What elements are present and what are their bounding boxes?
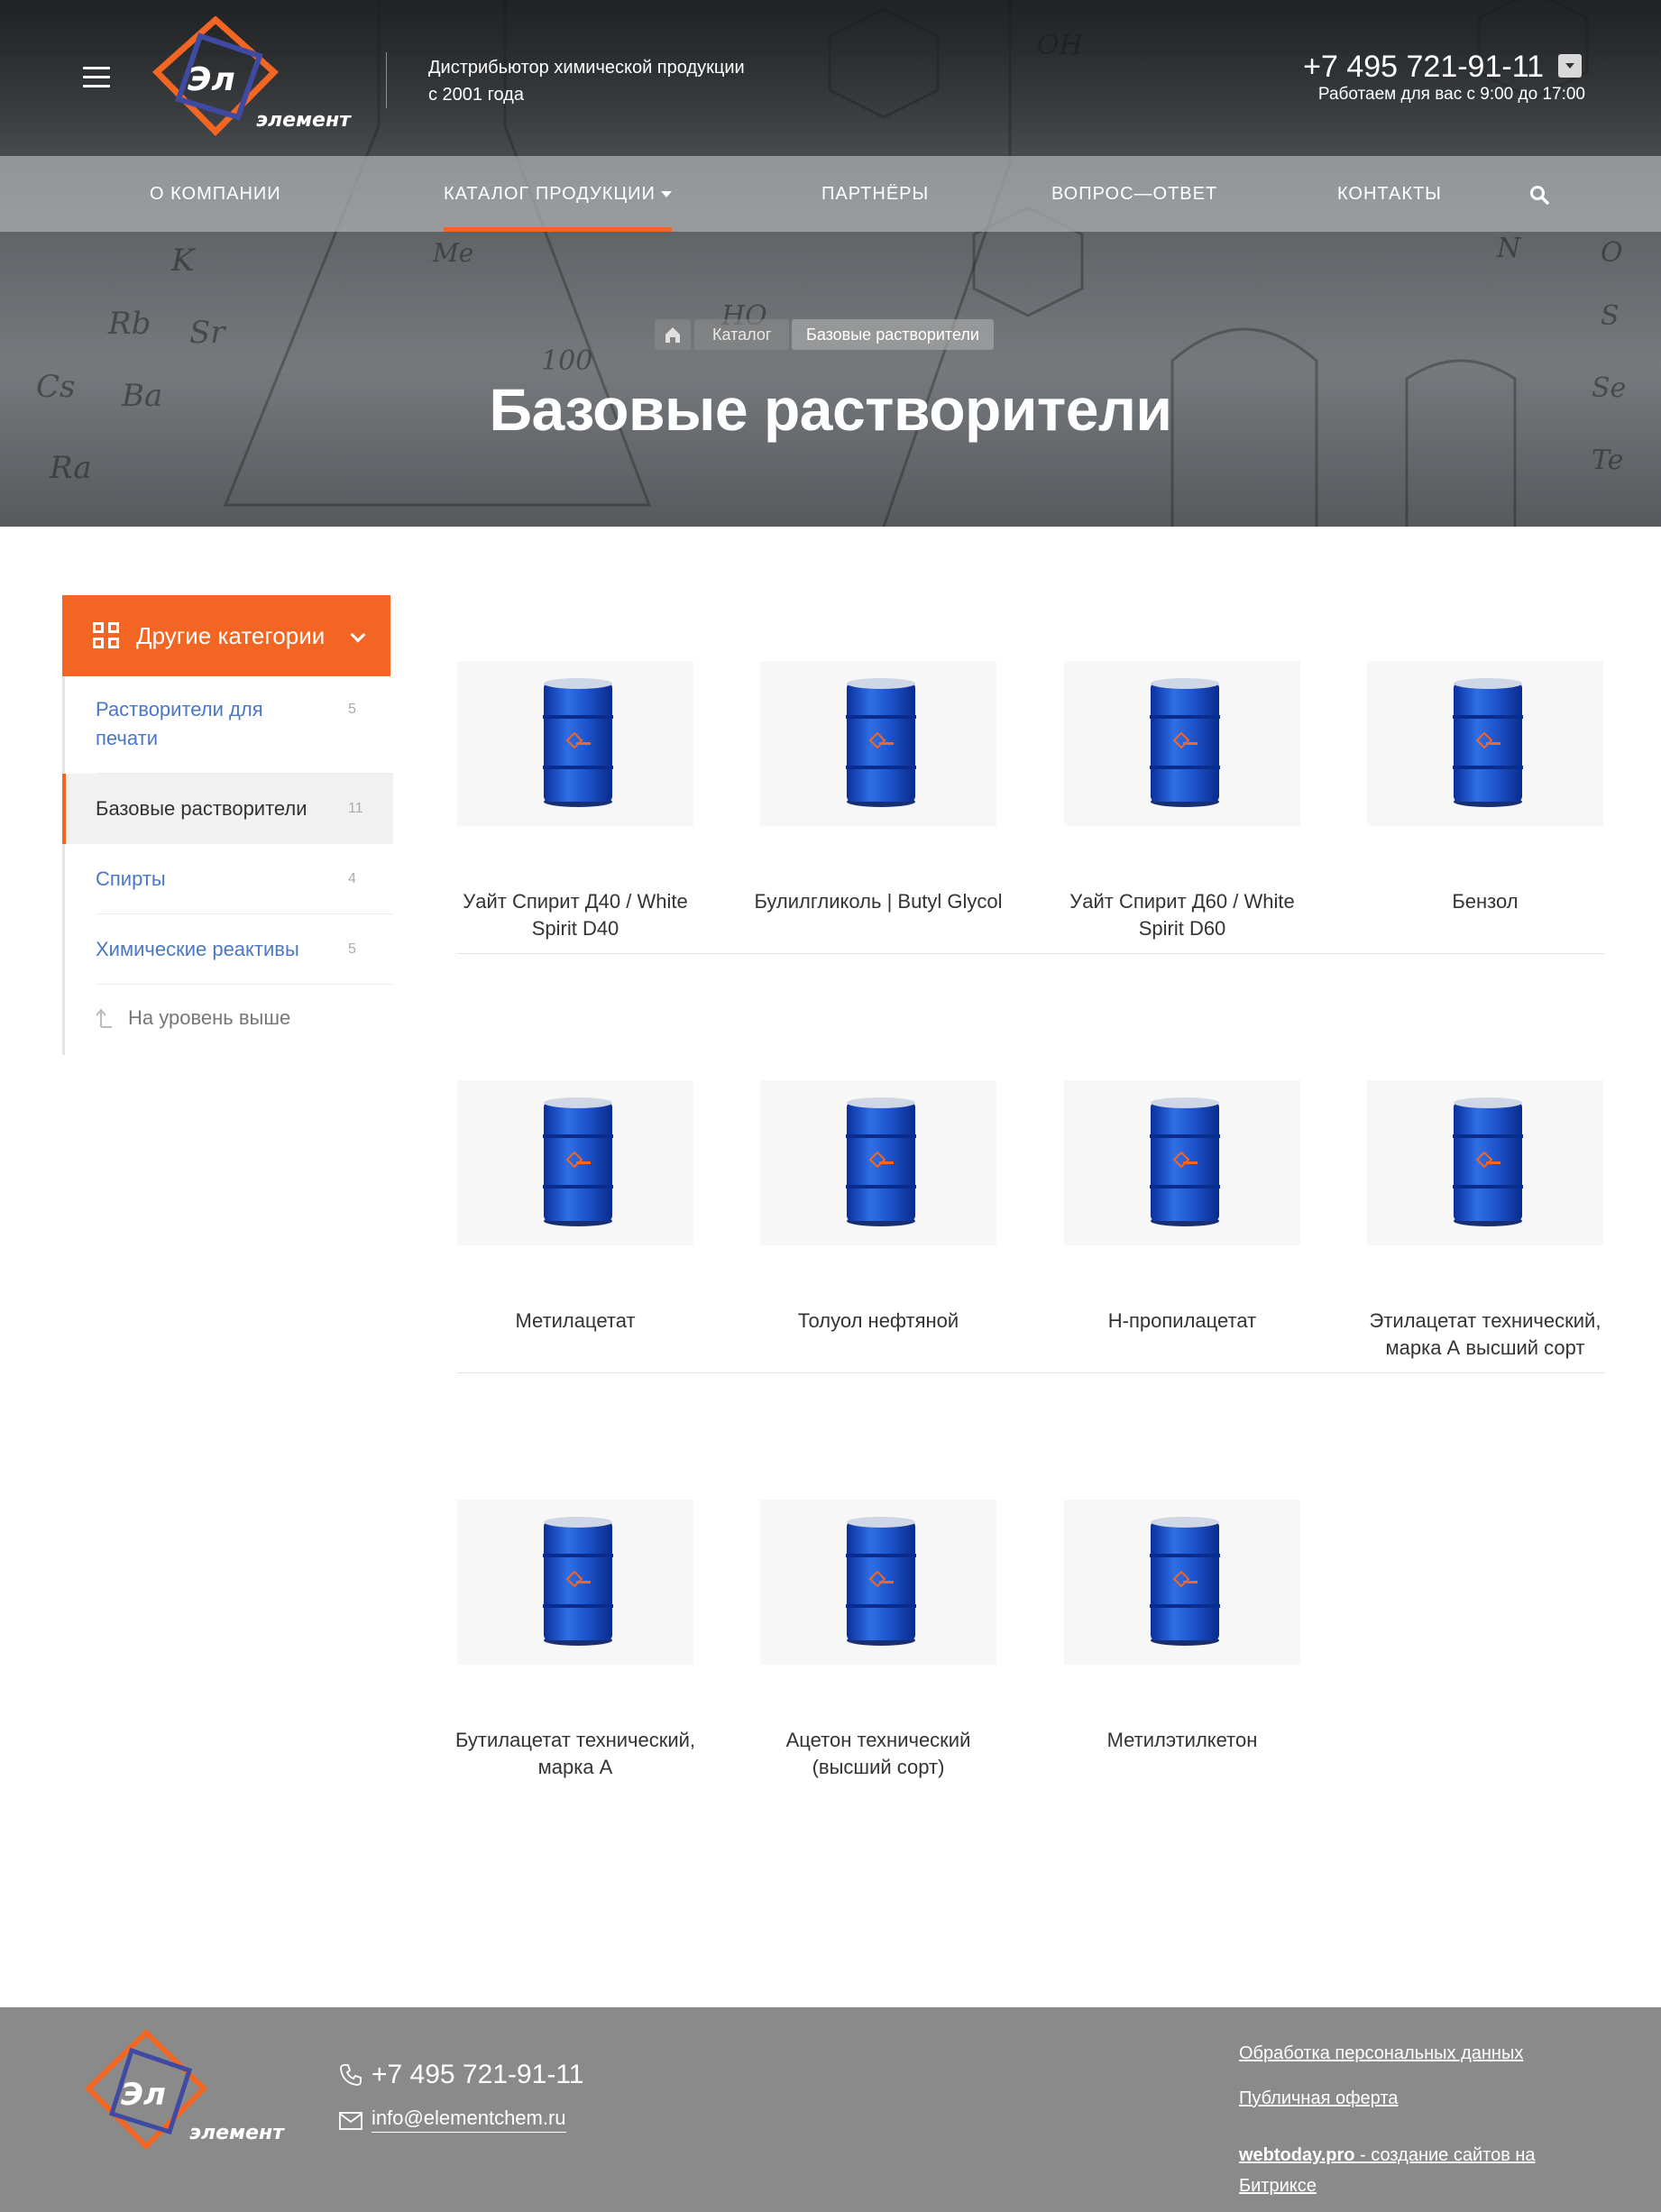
nav-about[interactable]: О компании xyxy=(150,156,281,232)
header-worktime: Работаем для вас с 9:00 до 17:00 xyxy=(1317,85,1585,104)
product-name[interactable]: Бутилацетат технический, марка А xyxy=(448,1727,702,1781)
product-name[interactable]: Толуол нефтяной xyxy=(751,1308,1005,1335)
site-logo[interactable]: Эл элемент xyxy=(148,15,373,138)
barrel-icon xyxy=(543,1097,613,1226)
developer-link[interactable]: webtoday.pro xyxy=(1239,2145,1355,2165)
category-label: Базовые растворители xyxy=(96,797,307,820)
header-phone[interactable]: +7 495 721-91-11 xyxy=(1172,47,1544,87)
nav-catalog[interactable]: Каталог продукции xyxy=(444,156,672,232)
nav-partners[interactable]: Партнёры xyxy=(821,156,929,232)
product-image[interactable] xyxy=(1367,661,1603,826)
tagline-line-1: Дистрибьютор химической продукции xyxy=(428,58,745,78)
category-item-alcohols[interactable]: Спирты 4 xyxy=(65,844,393,914)
barrel-icon xyxy=(543,678,613,807)
nav-faq[interactable]: Вопрос—ответ xyxy=(1051,156,1217,232)
product-image[interactable] xyxy=(457,1080,693,1245)
product-name[interactable]: Бензол xyxy=(1358,888,1612,915)
chevron-down-icon xyxy=(350,627,366,643)
barrel-icon xyxy=(1150,1517,1220,1646)
product-name[interactable]: Метилацетат xyxy=(448,1308,702,1335)
breadcrumb-home[interactable] xyxy=(655,319,691,350)
breadcrumb-catalog[interactable]: Каталог xyxy=(694,319,790,350)
footer-logo[interactable]: Эл элемент xyxy=(83,2027,308,2153)
category-item-reagents[interactable]: Химические реактивы 5 xyxy=(65,914,393,985)
other-categories-toggle[interactable]: Другие категории xyxy=(62,595,390,676)
home-icon xyxy=(665,327,680,343)
product-image[interactable] xyxy=(760,1080,996,1245)
category-label: Химические реактивы xyxy=(96,938,299,960)
product-image[interactable] xyxy=(1064,661,1300,826)
level-up-label: На уровень выше xyxy=(128,1006,291,1029)
footer-email[interactable]: info@elementchem.ru xyxy=(372,2105,566,2133)
footer-link-offer[interactable]: Публичная оферта xyxy=(1239,2083,1398,2114)
nav-contacts-label: Контакты xyxy=(1337,184,1442,204)
category-item-base-solvents[interactable]: Базовые растворители 11 xyxy=(62,774,393,844)
category-list: Растворители для печати 5 Базовые раство… xyxy=(62,676,393,1055)
product-name[interactable]: Уайт Спирит Д40 / White Spirit D40 xyxy=(448,888,702,942)
product-row-separator xyxy=(457,953,1605,954)
nav-faq-label: Вопрос—ответ xyxy=(1051,184,1218,204)
product-name[interactable]: Ацетон технический (высший сорт) xyxy=(751,1727,1005,1781)
grid-icon xyxy=(93,622,120,649)
product-name[interactable]: Булилгликоль | Butyl Glycol xyxy=(751,888,1005,915)
footer-logo-text-top: Эл xyxy=(121,2077,166,2113)
barrel-icon xyxy=(1453,1097,1523,1226)
product-image[interactable] xyxy=(457,661,693,826)
category-count: 5 xyxy=(348,941,356,957)
other-categories-label: Другие категории xyxy=(136,622,326,649)
product-name[interactable]: Уайт Спирит Д60 / White Spirit D60 xyxy=(1055,888,1309,942)
search-icon[interactable] xyxy=(1529,185,1549,205)
nav-catalog-label: Каталог продукции xyxy=(444,184,656,204)
product-image[interactable] xyxy=(457,1500,693,1665)
barrel-icon xyxy=(846,678,916,807)
barrel-icon xyxy=(1453,678,1523,807)
product-image[interactable] xyxy=(760,1500,996,1665)
barrel-icon xyxy=(543,1517,613,1646)
nav-contacts[interactable]: Контакты xyxy=(1337,156,1442,232)
category-separator xyxy=(96,984,393,985)
product-image[interactable] xyxy=(760,661,996,826)
logo-emblem-icon: Эл элемент xyxy=(151,15,352,136)
footer-logo-text-bottom: элемент xyxy=(189,2122,285,2144)
caret-down-icon xyxy=(660,191,672,198)
footer-developer: webtoday.pro - создание сайтов на Битрик… xyxy=(1239,2140,1546,2201)
page-title: Базовые растворители xyxy=(489,376,1172,443)
header-tagline: Дистрибьютор химической продукции с 2001… xyxy=(428,54,807,108)
product-name[interactable]: Этилацетат технический, марка А высший с… xyxy=(1358,1308,1612,1362)
product-name[interactable]: Метилэтилкетон xyxy=(1055,1727,1309,1754)
logo-text-top: Эл xyxy=(188,61,235,98)
product-image[interactable] xyxy=(1064,1080,1300,1245)
level-up-arrow-icon xyxy=(96,1008,112,1028)
mail-icon xyxy=(339,2112,362,2130)
product-name[interactable]: Н-пропилацетат xyxy=(1055,1308,1309,1335)
barrel-icon xyxy=(1150,1097,1220,1226)
footer-link-privacy[interactable]: Обработка персональных данных xyxy=(1239,2038,1523,2069)
category-count: 11 xyxy=(348,801,363,816)
category-count: 4 xyxy=(348,871,356,886)
phone-dropdown-toggle[interactable] xyxy=(1558,54,1582,78)
breadcrumb-current: Базовые растворители xyxy=(792,319,994,350)
menu-hamburger-button[interactable] xyxy=(83,67,110,88)
header-divider xyxy=(386,52,387,108)
category-count: 5 xyxy=(348,702,356,717)
tagline-line-2: с 2001 года xyxy=(428,85,524,105)
product-image[interactable] xyxy=(1064,1500,1300,1665)
category-label: Растворители для печати xyxy=(96,698,263,749)
nav-about-label: О компании xyxy=(150,184,281,204)
logo-emblem-icon: Эл элемент xyxy=(84,2028,285,2151)
product-row-separator xyxy=(457,1372,1605,1373)
phone-icon xyxy=(340,2064,362,2086)
nav-partners-label: Партнёры xyxy=(821,184,930,204)
barrel-icon xyxy=(846,1097,916,1226)
category-label: Спирты xyxy=(96,867,166,890)
barrel-icon xyxy=(1150,678,1220,807)
logo-text-bottom: элемент xyxy=(256,109,352,132)
category-item-printing-solvents[interactable]: Растворители для печати 5 xyxy=(65,676,393,774)
footer-phone[interactable]: +7 495 721-91-11 xyxy=(372,2057,583,2093)
product-image[interactable] xyxy=(1367,1080,1603,1245)
barrel-icon xyxy=(846,1517,916,1646)
